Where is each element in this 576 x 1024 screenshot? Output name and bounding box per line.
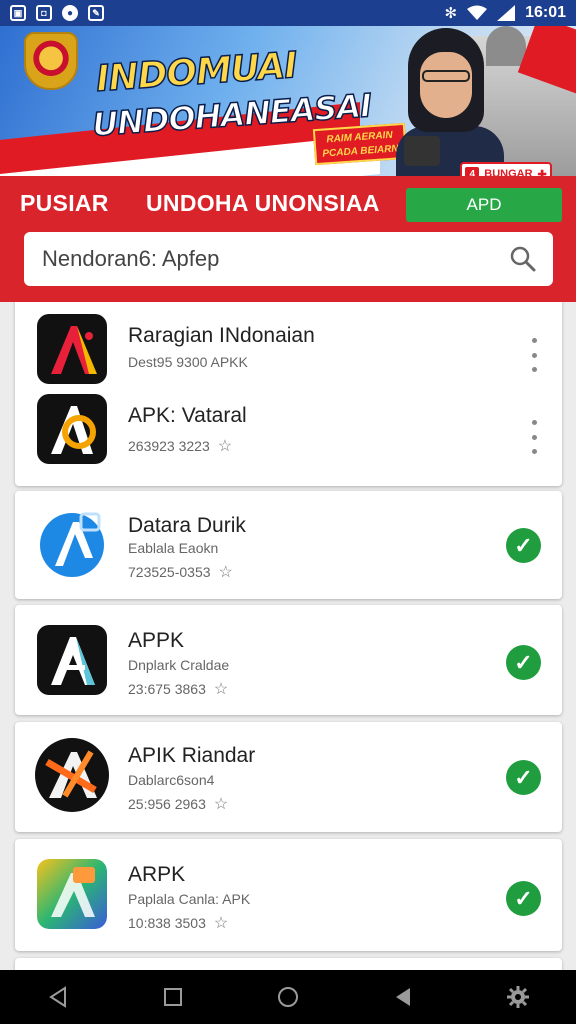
app-card[interactable]: APIK Riandar Dablarc6son4 25:956 2963 ☆ ✓ [15, 722, 562, 832]
bluetooth-icon: ✻ [444, 5, 458, 22]
apd-button[interactable]: APD [406, 188, 562, 222]
app-card: Raragian INdonaian Dest95 9300 APKK APK:… [15, 302, 562, 486]
list-item[interactable]: APIK Riandar Dablarc6son4 25:956 2963 ☆ ✓ [15, 730, 562, 820]
edit-icon: ✎ [88, 5, 104, 21]
app-subtitle: Dest95 9300 APKK [128, 354, 248, 370]
wifi-icon [467, 5, 488, 20]
app-subtitle: Paplala Canla: APK [128, 891, 251, 907]
app-card[interactable]: ARPK Paplala Canla: APK 10:838 3503 ☆ ✓ [15, 839, 562, 951]
banner-title: INDOMUAI [94, 44, 299, 100]
app-stats: 723525-0353 [128, 564, 211, 580]
installed-check-icon[interactable]: ✓ [506, 528, 541, 563]
nav-item-pusiar[interactable]: PUSIAR [20, 190, 109, 217]
image-icon: ▣ [10, 5, 26, 21]
app-stats: 23:675 3863 [128, 681, 206, 697]
app-name: APK: Vataral [128, 404, 247, 427]
app-name: APPK [128, 629, 185, 652]
search-input[interactable] [42, 246, 509, 272]
app-card[interactable] [15, 958, 562, 970]
list-item[interactable]: ARPK Paplala Canla: APK 10:838 3503 ☆ ✓ [15, 847, 562, 937]
recents-icon[interactable] [153, 977, 193, 1017]
app-list[interactable]: Raragian INdonaian Dest95 9300 APKK APK:… [0, 302, 576, 970]
list-item[interactable]: Datara Durik Eablala Eaokn 723525-0353 ☆ … [15, 500, 562, 590]
app-name: APIK Riandar [128, 744, 256, 767]
app-meta: 25:956 2963 ☆ [128, 794, 228, 814]
list-item[interactable]: Raragian INdonaian Dest95 9300 APKK [15, 306, 562, 396]
app-meta: 10:838 3503 ☆ [128, 913, 228, 933]
installed-check-icon[interactable]: ✓ [506, 881, 541, 916]
badge-label: BUNGAR [484, 168, 533, 176]
status-bar: ▣ ◘ ● ✎ ✻ 16:01 [0, 0, 576, 26]
app-subtitle: Dablarc6son4 [128, 772, 215, 788]
status-time: 16:01 [525, 4, 566, 21]
list-item[interactable]: APK: Vataral 263923 3223 ☆ [15, 392, 562, 482]
home-icon[interactable] [268, 977, 308, 1017]
star-icon: ☆ [213, 796, 229, 813]
garuda-emblem-icon [24, 32, 78, 90]
signal-icon [497, 5, 516, 21]
app-logo-icon [37, 859, 107, 929]
app-stats: 25:956 2963 [128, 796, 206, 812]
promo-banner[interactable]: INDOMUAI UNDOHANEASAI RAIM AERAIN PCADA … [0, 26, 576, 176]
star-icon: ☆ [217, 438, 233, 455]
app-subtitle: Eablala Eaokn [128, 540, 219, 556]
media-icon: ● [62, 5, 78, 21]
app-logo-icon [37, 314, 107, 384]
star-icon: ☆ [218, 564, 233, 581]
presenter-image [396, 26, 504, 176]
app-stats: 10:838 3503 [128, 915, 206, 931]
app-card[interactable]: Datara Durik Eablala Eaokn 723525-0353 ☆ … [15, 491, 562, 599]
settings-icon[interactable] [498, 977, 538, 1017]
plus-icon: ✚ [537, 168, 547, 177]
banner-badge[interactable]: 4 BUNGAR ✚ [460, 162, 552, 176]
app-logo-icon [37, 508, 107, 578]
app-meta: 23:675 3863 ☆ [128, 679, 228, 699]
search-bar[interactable] [24, 232, 553, 286]
star-icon: ☆ [213, 915, 229, 932]
app-subtitle: Dnplark Craldae [128, 657, 230, 673]
search-icon[interactable] [509, 245, 537, 273]
app-name: ARPK [128, 863, 186, 886]
system-nav-bar [0, 970, 576, 1024]
app-stats: 263923 3223 [128, 438, 210, 454]
app-meta: 263923 3223 ☆ [128, 436, 232, 456]
app-name: Raragian INdonaian [128, 324, 315, 347]
app-name: Datara Durik [128, 514, 246, 537]
app-meta: 723525-0353 ☆ [128, 562, 233, 582]
back-icon[interactable] [38, 977, 78, 1017]
app-logo-icon [37, 394, 107, 464]
more-options-icon[interactable] [524, 338, 544, 372]
play-icon[interactable] [383, 977, 423, 1017]
header-bar: PUSIAR UNDOHA UNONSIAA APD [0, 176, 576, 302]
more-options-icon[interactable] [524, 420, 544, 454]
installed-check-icon[interactable]: ✓ [506, 645, 541, 680]
star-icon: ☆ [213, 681, 229, 698]
app-logo-icon [37, 625, 107, 695]
installed-check-icon[interactable]: ✓ [506, 760, 541, 795]
app-logo-icon [35, 738, 109, 812]
badge-icon: 4 [465, 167, 480, 176]
box-icon: ◘ [36, 5, 52, 21]
promo-tag: RAIM AERAIN PCADA BEIARN [312, 122, 408, 166]
nav-item-undoha[interactable]: UNDOHA UNONSIAA [146, 190, 380, 217]
app-card[interactable]: APPK Dnplark Craldae 23:675 3863 ☆ ✓ [15, 605, 562, 715]
list-item[interactable]: APPK Dnplark Craldae 23:675 3863 ☆ ✓ [15, 613, 562, 703]
